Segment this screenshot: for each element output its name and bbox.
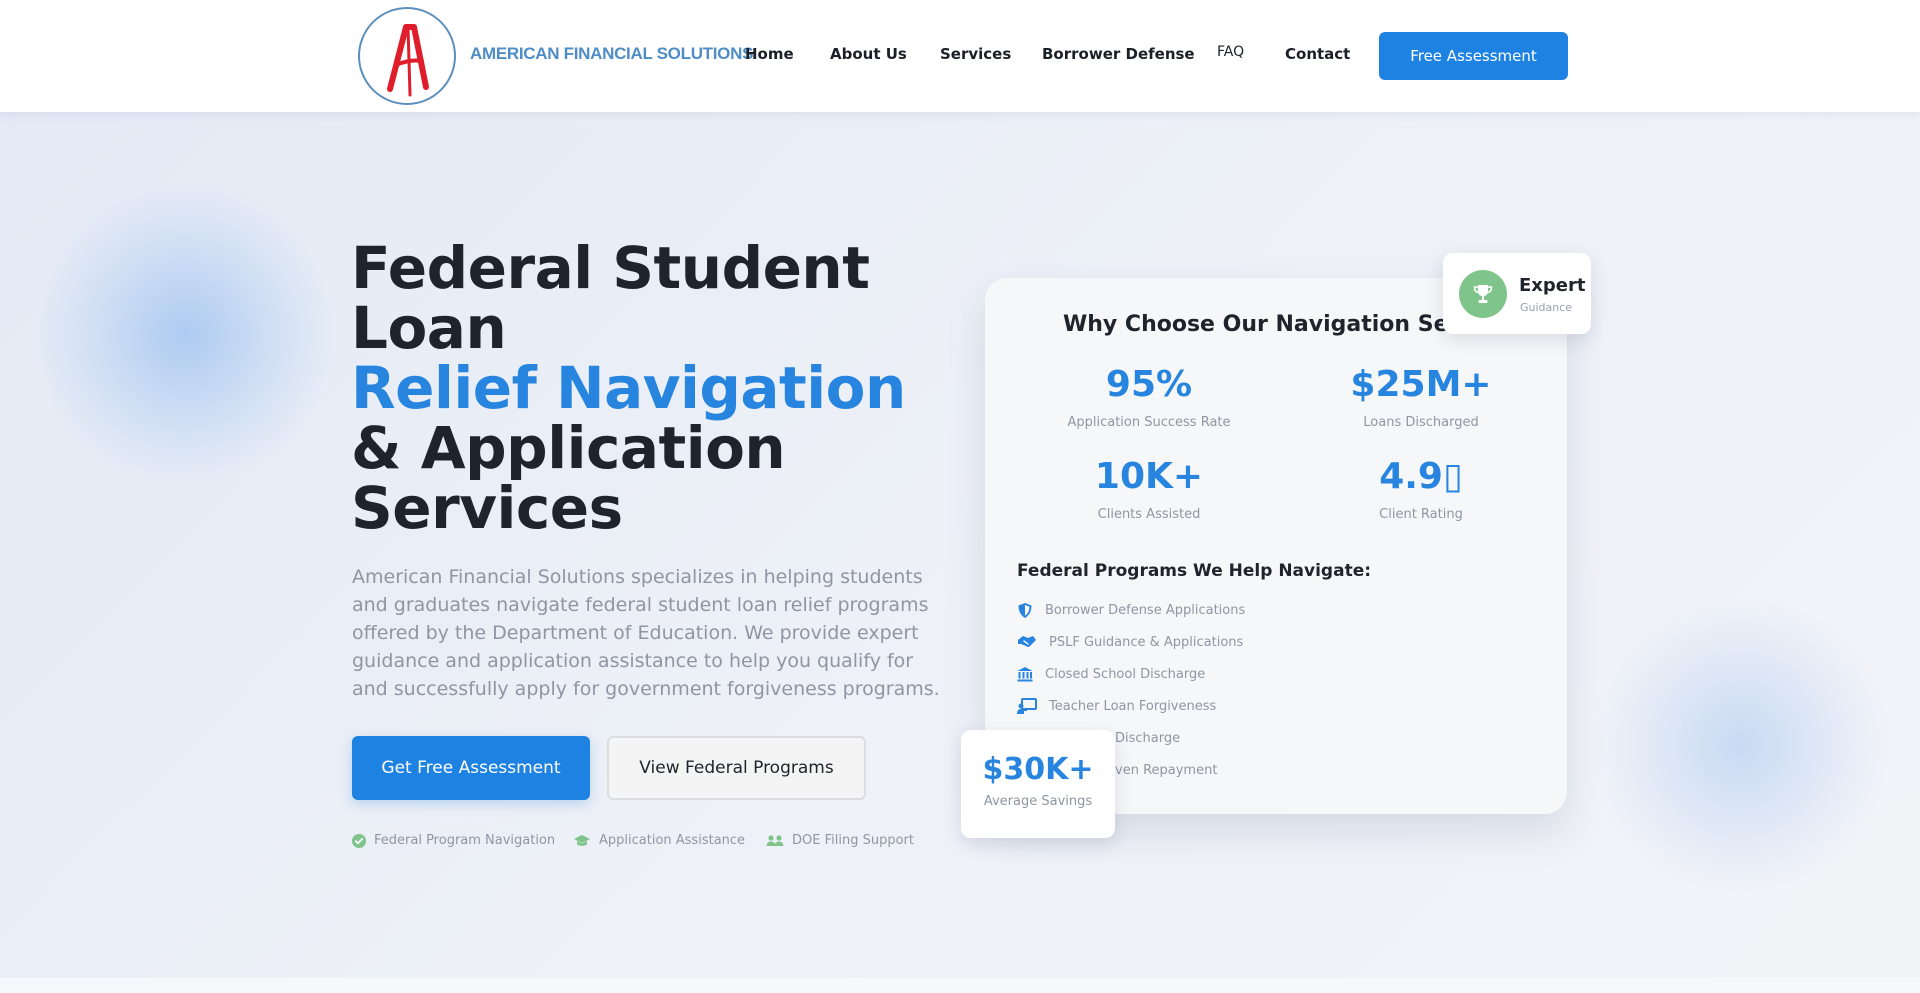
stat-value: 95% bbox=[1105, 364, 1193, 405]
program-item: Borrower Defense Applications bbox=[1017, 602, 1245, 619]
nav-contact[interactable]: Contact bbox=[1285, 45, 1350, 63]
nav-borrower-defense[interactable]: Borrower Defense bbox=[1042, 45, 1195, 63]
page-background bbox=[0, 0, 1920, 993]
feature-item: DOE Filing Support bbox=[766, 833, 914, 848]
nav-faq[interactable]: FAQ bbox=[1217, 44, 1244, 60]
stat-label: Application Success Rate bbox=[1067, 415, 1231, 430]
rating-value: 4.9 bbox=[1379, 456, 1443, 497]
logo[interactable] bbox=[358, 7, 456, 105]
hero-title-line: & Application bbox=[351, 414, 786, 482]
feature-item: Application Assistance bbox=[573, 833, 745, 848]
expert-badge: Expert Guidance bbox=[1443, 253, 1591, 334]
program-label: Borrower Defense Applications bbox=[1045, 603, 1246, 618]
stat-label: Client Rating bbox=[1379, 507, 1463, 522]
handshake-icon bbox=[1018, 636, 1036, 647]
decorative-blob-right bbox=[1590, 600, 1890, 890]
hero-title-line: Loan bbox=[351, 294, 507, 362]
stat-value: $25M+ bbox=[1350, 364, 1492, 405]
feature-label: Federal Program Navigation bbox=[374, 833, 556, 848]
get-free-assessment-button[interactable]: Get Free Assessment bbox=[352, 736, 590, 800]
program-label: Closed School Discharge bbox=[1045, 666, 1206, 682]
trophy-icon-wrap bbox=[1459, 270, 1507, 318]
stat-value: 10K+ bbox=[1094, 456, 1204, 497]
savings-label: Average Savings bbox=[983, 794, 1093, 809]
hero-title-line: Federal Student bbox=[351, 234, 870, 302]
section-divider bbox=[0, 978, 1920, 993]
school-building-icon bbox=[1017, 667, 1033, 682]
feature-item: Federal Program Navigation bbox=[352, 833, 555, 848]
view-federal-programs-button[interactable]: View Federal Programs bbox=[607, 736, 866, 800]
program-item: Teacher Loan Forgiveness bbox=[1017, 698, 1216, 714]
star-icon: ▯ bbox=[1442, 456, 1463, 497]
stat-label: Loans Discharged bbox=[1363, 415, 1479, 430]
hero-title-line: Services bbox=[351, 474, 623, 542]
expert-subtitle: Guidance bbox=[1520, 301, 1573, 314]
logo-letter-icon bbox=[387, 24, 429, 97]
nav-home[interactable]: Home bbox=[745, 45, 794, 63]
nav-services[interactable]: Services bbox=[940, 45, 1011, 63]
feature-label: Application Assistance bbox=[599, 833, 746, 848]
brand-name[interactable]: AMERICAN FINANCIAL SOLUTIONS bbox=[470, 44, 753, 64]
program-item: Closed School Discharge bbox=[1017, 666, 1205, 682]
programs-title: Federal Programs We Help Navigate: bbox=[1017, 561, 1372, 581]
program-label: Teacher Loan Forgiveness bbox=[1049, 698, 1217, 714]
card-title: Why Choose Our Navigation Services bbox=[1063, 312, 1483, 337]
program-item: PSLF Guidance & Applications bbox=[1017, 634, 1243, 650]
savings-value: $30K+ bbox=[982, 752, 1094, 787]
stat-label: Clients Assisted bbox=[1097, 507, 1201, 522]
chalkboard-teacher-icon bbox=[1017, 698, 1037, 714]
hero-title-accent: Relief Navigation bbox=[351, 354, 906, 422]
free-assessment-button[interactable]: Free Assessment bbox=[1379, 32, 1568, 80]
hero-title: Federal Student Loan Relief Navigation &… bbox=[351, 238, 911, 538]
feature-label: DOE Filing Support bbox=[792, 833, 914, 848]
nav-about-us[interactable]: About Us bbox=[830, 45, 907, 63]
hero-description: American Financial Solutions specializes… bbox=[352, 566, 940, 700]
shield-icon bbox=[1018, 603, 1032, 618]
graduation-cap-icon bbox=[574, 834, 590, 846]
savings-badge: $30K+ Average Savings bbox=[961, 730, 1115, 838]
trophy-icon bbox=[1473, 285, 1493, 303]
decorative-blob-left bbox=[40, 180, 330, 490]
stat-value-rating: 4.9▯ bbox=[1301, 456, 1541, 497]
expert-title: Expert bbox=[1519, 275, 1586, 296]
check-circle-icon bbox=[352, 833, 366, 848]
users-icon bbox=[766, 834, 784, 846]
site-header: AMERICAN FINANCIAL SOLUTIONS Home About … bbox=[0, 0, 1920, 112]
program-label: PSLF Guidance & Applications bbox=[1049, 634, 1244, 650]
